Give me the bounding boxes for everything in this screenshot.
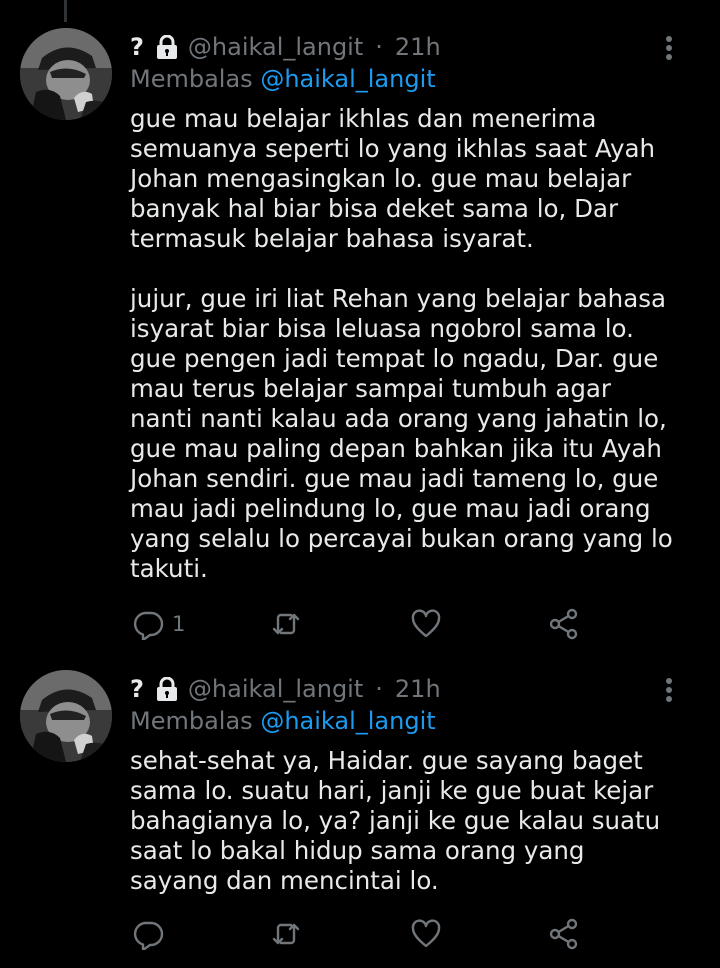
user-handle[interactable]: @haikal_langit: [188, 32, 363, 62]
like-button[interactable]: [410, 916, 442, 952]
replying-to: Membalas @haikal_langit: [130, 706, 436, 736]
reply-mention-link[interactable]: @haikal_langit: [260, 707, 435, 735]
user-handle[interactable]: @haikal_langit: [188, 674, 363, 704]
retweet-button[interactable]: [270, 606, 302, 642]
tweet-text-line: Johan mengasingkan lo. gue mau belajar: [130, 164, 632, 193]
replying-to-label: Membalas: [130, 707, 253, 735]
action-bar: 1: [130, 606, 600, 642]
separator-dot: ·: [375, 675, 383, 703]
tweet-text-line: banyak hal biar bisa deket sama lo, Dar: [130, 194, 619, 223]
heart-icon: [411, 609, 441, 638]
tweet-text-line: [130, 254, 700, 284]
tweet-text-line: nanti nanti kalau ada orang yang jahatin…: [130, 404, 667, 433]
avatar[interactable]: [20, 28, 112, 120]
heart-icon: [411, 919, 441, 948]
tweet-text-line: isyarat biar bisa leluasa ngobrol sama l…: [130, 314, 634, 343]
thread-line: [64, 0, 67, 22]
tweet-header: ? @haikal_langit · 21h: [130, 674, 441, 704]
reply-icon: [133, 921, 164, 950]
share-button[interactable]: [548, 916, 580, 952]
reply-mention-link[interactable]: @haikal_langit: [260, 65, 435, 93]
tweet-header: ? @haikal_langit · 21h: [130, 32, 441, 62]
tweet-text-line: takuti.: [130, 554, 208, 583]
replying-to-label: Membalas: [130, 65, 253, 93]
like-button[interactable]: [410, 606, 442, 642]
tweet-text-line: sama lo. suatu hari, janji ke gue buat k…: [130, 776, 654, 805]
tweet-text-line: sayang dan mencintai lo.: [130, 866, 439, 895]
tweet-text-line: mau terus belajar sampai tumbuh agar: [130, 374, 612, 403]
reply-count: 1: [172, 612, 186, 636]
retweet-icon: [272, 923, 300, 945]
lock-icon: [156, 676, 178, 701]
timeline: ? @haikal_langit · 21h Membalas @haikal_…: [0, 0, 720, 968]
tweet-text-line: gue mau paling depan bahkan jika itu Aya…: [130, 434, 662, 463]
tweet-text-line: mau jadi pelindung lo, gue mau jadi oran…: [130, 494, 651, 523]
more-vertical-icon[interactable]: [660, 676, 678, 706]
avatar[interactable]: [20, 670, 112, 762]
share-icon: [549, 918, 578, 950]
timestamp[interactable]: 21h: [395, 674, 441, 704]
tweet-text-line: jujur, gue iri liat Rehan yang belajar b…: [130, 284, 666, 313]
lock-icon: [156, 34, 178, 59]
tweet-text-line: bahagianya lo, ya? janji ke gue kalau su…: [130, 806, 661, 835]
tweet-text-line: semuanya seperti lo yang ikhlas saat Aya…: [130, 134, 655, 163]
retweet-icon: [272, 613, 300, 635]
timestamp[interactable]: 21h: [395, 32, 441, 62]
display-name[interactable]: ?: [130, 32, 144, 62]
reply-button[interactable]: 1: [132, 606, 185, 642]
share-icon: [549, 608, 578, 640]
separator-dot: ·: [375, 33, 383, 61]
share-button[interactable]: [548, 606, 580, 642]
tweet-text-line: Johan sendiri. gue mau jadi tameng lo, g…: [130, 464, 659, 493]
tweet-text: sehat-sehat ya, Haidar. gue sayang baget…: [130, 746, 700, 896]
retweet-button[interactable]: [270, 916, 302, 952]
tweet-text: gue mau belajar ikhlas dan menerima semu…: [130, 104, 700, 584]
action-bar: [130, 916, 600, 952]
tweet-text-line: sehat-sehat ya, Haidar. gue sayang baget: [130, 746, 643, 775]
tweet-text-line: termasuk belajar bahasa isyarat.: [130, 224, 534, 253]
tweet-text-line: saat lo bakal hidup sama orang yang: [130, 836, 585, 865]
more-vertical-icon[interactable]: [660, 34, 678, 64]
replying-to: Membalas @haikal_langit: [130, 64, 436, 94]
tweet-text-line: gue mau belajar ikhlas dan menerima: [130, 104, 597, 133]
display-name[interactable]: ?: [130, 674, 144, 704]
tweet-text-line: gue pengen jadi tempat lo ngadu, Dar. gu…: [130, 344, 659, 373]
tweet-text-line: yang selalu lo percayai bukan orang yang…: [130, 524, 673, 553]
reply-icon: [133, 611, 164, 640]
reply-button[interactable]: [132, 916, 172, 952]
